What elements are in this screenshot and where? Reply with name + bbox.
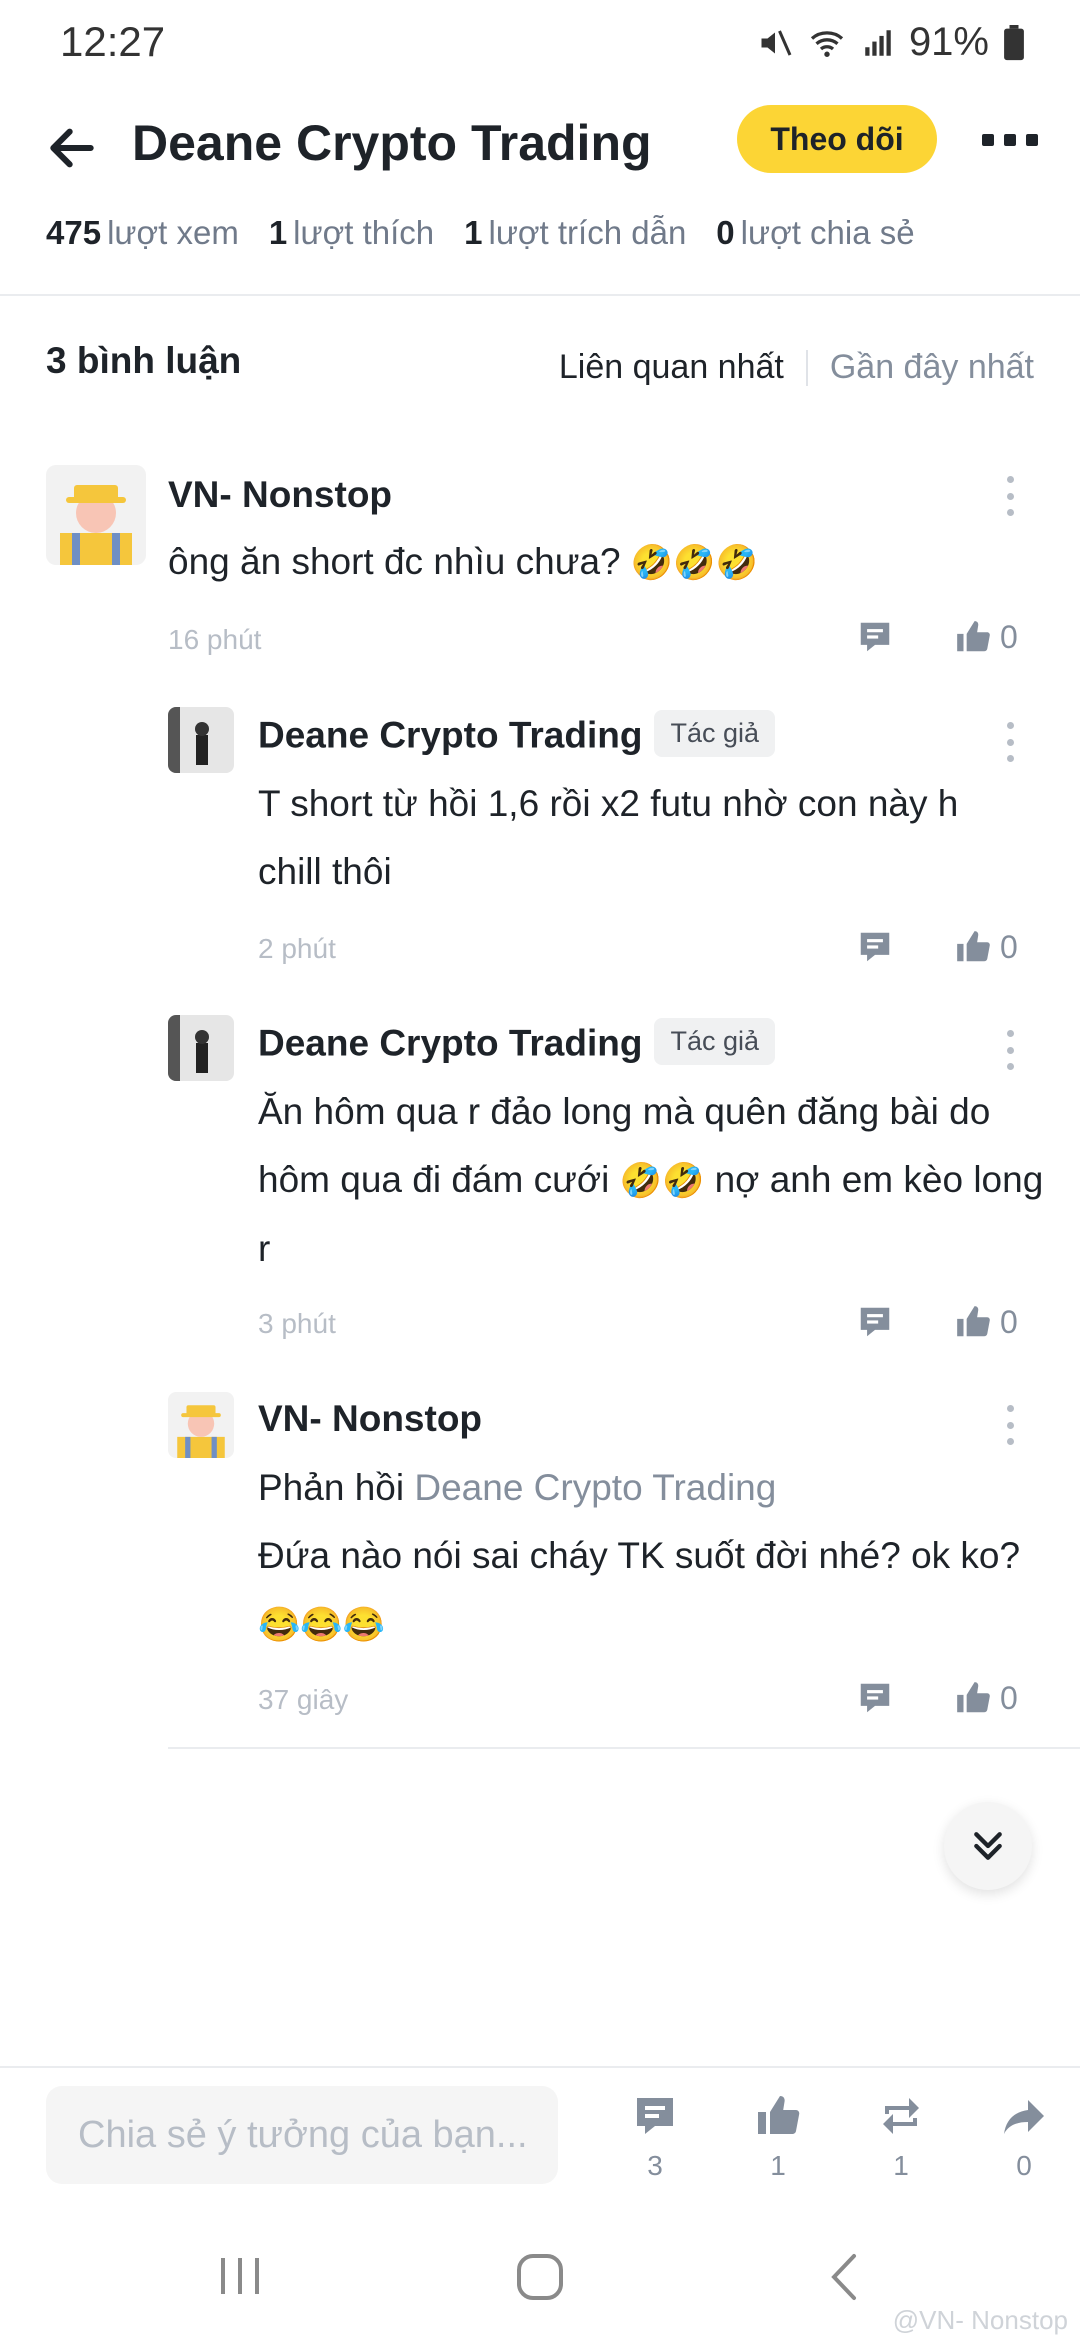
like-button[interactable]: 0 (954, 928, 1018, 966)
avatar[interactable] (46, 465, 146, 565)
comment-author[interactable]: VN- Nonstop (258, 1398, 482, 1440)
comment-text: Ăn hôm qua r đảo long mà quên đăng bài d… (258, 1091, 1044, 1269)
likes-stat: 1 lượt thích (268, 214, 435, 251)
comment-author[interactable]: VN- Nonstop (168, 474, 392, 516)
share-arrow-icon (1004, 2100, 1044, 2134)
system-nav-bar: @VN- Nonstop (0, 2220, 1080, 2340)
reply-to-link[interactable]: Deane Crypto Trading (414, 1467, 776, 1508)
divider (0, 294, 1080, 296)
like-button[interactable]: 0 (954, 1303, 1018, 1341)
comment-sort: Liên quan nhất Gần đây nhất (559, 348, 1034, 387)
comment-author[interactable]: Deane Crypto Trading Tác giả (258, 1018, 775, 1069)
comment-options-icon[interactable] (1005, 1030, 1015, 1070)
views-stat: 475 lượt xem (46, 214, 239, 251)
comments-action[interactable]: 3 (610, 2092, 700, 2182)
avatar[interactable] (168, 707, 234, 773)
quotes-stat: 1 lượt trích dẫn (464, 214, 687, 251)
share-action[interactable]: 0 (979, 2092, 1069, 2182)
comment-time: 3 phút (258, 1308, 336, 1339)
wifi-icon (810, 30, 844, 57)
reply-icon[interactable] (856, 618, 894, 656)
follow-button[interactable]: Theo dõi (737, 105, 937, 173)
signal-icon (865, 29, 891, 56)
like-button[interactable]: 0 (954, 618, 1018, 656)
mute-icon (761, 29, 792, 56)
home-icon[interactable] (515, 2252, 565, 2302)
scroll-down-button[interactable] (944, 1802, 1032, 1890)
comment-time: 2 phút (258, 933, 336, 964)
more-options-icon[interactable] (982, 120, 1038, 160)
repost-action[interactable]: 1 (856, 2092, 946, 2182)
reply-reference: Phản hồi Deane Crypto Trading (258, 1467, 777, 1508)
divider (0, 2066, 1080, 2068)
sort-recent-tab[interactable]: Gần đây nhất (830, 348, 1034, 387)
comment-time: 16 phút (168, 624, 262, 655)
comment-options-icon[interactable] (1005, 722, 1015, 762)
comment-text: ông ăn short đc nhìu chưa? 🤣🤣🤣 (168, 541, 758, 582)
repost-icon (883, 2098, 919, 2134)
like-button[interactable]: 0 (954, 1679, 1018, 1717)
avatar[interactable] (168, 1392, 234, 1458)
comments-count: 3 bình luận (46, 340, 242, 381)
status-time: 12:27 (60, 18, 166, 65)
status-bar: 12:27 91% (0, 0, 1080, 84)
post-header: Deane Crypto Trading Theo dõi (0, 100, 1080, 220)
author-badge: Tác giả (654, 710, 775, 757)
like-action[interactable]: 1 (733, 2092, 823, 2182)
shares-stat: 0 lượt chia sẻ (716, 214, 915, 251)
double-chevron-down-icon (974, 1832, 1002, 1860)
sort-relevant-tab[interactable]: Liên quan nhất (559, 348, 784, 387)
avatar[interactable] (168, 1015, 234, 1081)
comment-author[interactable]: Deane Crypto Trading Tác giả (258, 710, 775, 761)
comment-text: Đứa nào nói sai cháy TK suốt đời nhé? ok… (258, 1535, 1021, 1644)
thumbs-up-icon (957, 1306, 990, 1337)
thumbs-up-icon (957, 621, 990, 652)
comment-icon (637, 2098, 673, 2134)
page-title: Deane Crypto Trading (132, 115, 652, 171)
comment-options-icon[interactable] (1005, 476, 1015, 516)
comment-text: T short từ hồi 1,6 rồi x2 futu nhờ con n… (258, 783, 959, 892)
post-stats: 475 lượt xem 1 lượt thích 1 lượt trích dẫn … (46, 214, 915, 252)
reply-icon[interactable] (856, 1679, 894, 1717)
reply-icon[interactable] (856, 928, 894, 966)
battery-percent: 91% (908, 20, 989, 64)
thumbs-up-icon (957, 931, 990, 962)
battery-icon (1004, 24, 1024, 60)
reply-icon[interactable] (856, 1303, 894, 1341)
comment-time: 37 giây (258, 1684, 349, 1715)
watermark: @VN- Nonstop (892, 2305, 1068, 2335)
comment-input[interactable] (46, 2086, 558, 2184)
recent-apps-icon[interactable] (215, 2252, 265, 2300)
post-actions: 3 1 1 0 (600, 2092, 1080, 2192)
comment-options-icon[interactable] (1005, 1405, 1015, 1445)
author-badge: Tác giả (654, 1018, 775, 1065)
back-nav-icon[interactable] (820, 2252, 870, 2302)
divider (168, 1747, 1080, 1749)
back-arrow-icon[interactable] (44, 120, 100, 176)
thumbs-up-icon (758, 2096, 800, 2134)
thumbs-up-icon (957, 1682, 990, 1713)
